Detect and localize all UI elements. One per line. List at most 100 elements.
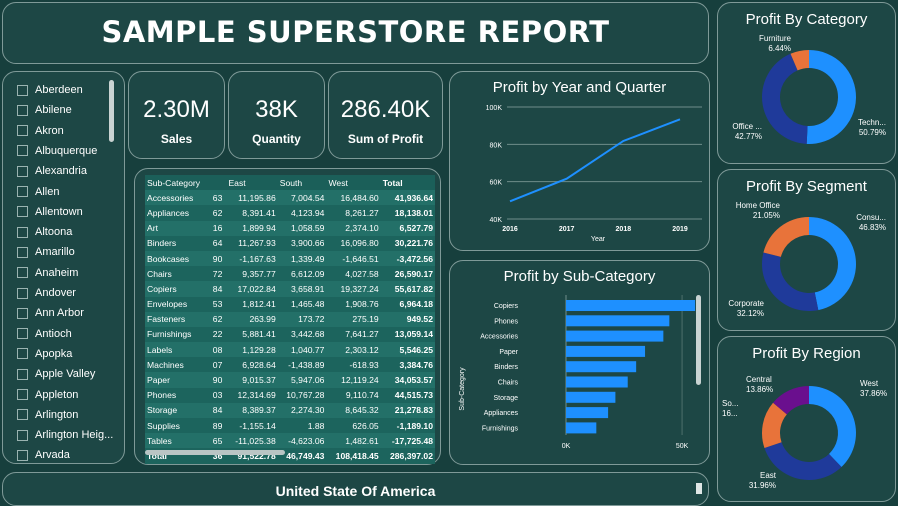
bar[interactable] — [566, 300, 696, 311]
profit-by-region-panel[interactable]: Profit By Region West 37.86% East 31.96% So.… — [717, 336, 896, 502]
bar[interactable] — [566, 345, 646, 357]
table-row[interactable]: Furnishings 22 5,881.41 3,442.68 7,641.27 13,… — [145, 326, 435, 343]
profit-by-year-panel[interactable]: Profit by Year and Quarter 100K 80K 60K 40K… — [449, 71, 710, 251]
bar[interactable] — [566, 361, 637, 373]
table-row[interactable]: Paper 90 9,015.37 5,947.06 12,119.24 34,053.5… — [145, 372, 435, 388]
table-row[interactable]: Copiers 84 17,022.84 3,658.91 19,327.24 55,61… — [145, 281, 435, 297]
footer-scroll-handle[interactable] — [696, 483, 702, 494]
donut-slice[interactable] — [762, 252, 819, 311]
checkbox[interactable] — [17, 145, 28, 157]
checkbox[interactable] — [17, 368, 28, 380]
table-row[interactable]: Supplies 89 -1,155.14 1.88 626.05 -1,189.10 — [145, 418, 435, 434]
y-tick-label: 40K — [490, 217, 503, 224]
column-header[interactable]: South — [277, 175, 327, 191]
bar[interactable] — [566, 422, 597, 434]
city-slicer[interactable]: Aberdeen Abilene Akron Albuquerque Alexandri… — [2, 71, 125, 464]
kpi-profit-card[interactable]: 286.40K Sum of Profit — [328, 71, 443, 159]
slicer-item[interactable]: Anaheim — [17, 267, 78, 279]
donut-slice[interactable] — [764, 442, 842, 480]
donut-slice[interactable] — [809, 217, 856, 311]
checkbox[interactable] — [17, 429, 28, 441]
bar-chart-scrollbar[interactable] — [696, 295, 701, 385]
table-row[interactable]: Appliances 62 8,391.41 4,123.94 8,261.27 18,1… — [145, 205, 435, 221]
slicer-item[interactable]: Albuquerque — [17, 145, 97, 157]
profit-by-subcategory-panel[interactable]: Profit by Sub-Category Copiers Phones Acce… — [449, 260, 710, 465]
table-row[interactable]: Fasteners 62 263.99 173.72 275.19 949.52 — [145, 311, 435, 327]
checkbox[interactable] — [17, 328, 28, 340]
kpi-quantity-label: Quantity — [252, 132, 301, 146]
column-header[interactable]: East — [226, 175, 278, 191]
profit-line[interactable] — [509, 118, 681, 203]
checkbox[interactable] — [17, 449, 28, 461]
bar[interactable] — [566, 315, 670, 327]
table-row[interactable]: Chairs 72 9,357.77 6,612.09 4,027.58 26,590.1… — [145, 266, 435, 282]
checkbox[interactable] — [17, 165, 28, 177]
donut-slice[interactable] — [763, 217, 809, 257]
table-row[interactable]: Phones 03 12,314.69 10,767.28 9,110.74 44,515… — [145, 387, 435, 403]
checkbox[interactable] — [17, 287, 28, 299]
profit-matrix-panel[interactable]: Sub-Category East South West Total Acces… — [134, 168, 441, 465]
table-cell: 3,384.76 — [380, 357, 435, 373]
checkbox[interactable] — [17, 84, 28, 96]
table-row[interactable]: Art 16 1,899.94 1,058.59 2,374.10 6,527.79 — [145, 220, 435, 236]
slicer-item[interactable]: Arlington Heig... — [17, 429, 113, 441]
slicer-item[interactable]: Arlington — [17, 409, 78, 421]
checkbox[interactable] — [17, 348, 28, 360]
checkbox[interactable] — [17, 267, 28, 279]
column-header[interactable] — [210, 175, 227, 191]
x-tick-label: 0K — [562, 443, 571, 450]
checkbox[interactable] — [17, 226, 28, 238]
table-horizontal-scrollbar[interactable] — [145, 450, 285, 455]
slicer-item[interactable]: Allentown — [17, 206, 83, 218]
kpi-quantity-card[interactable]: 38K Quantity — [228, 71, 325, 159]
checkbox[interactable] — [17, 186, 28, 197]
slicer-item[interactable]: Apple Valley — [17, 368, 95, 380]
checkbox[interactable] — [17, 246, 28, 258]
slicer-item[interactable]: Alexandria — [17, 165, 87, 177]
checkbox[interactable] — [17, 104, 28, 116]
slicer-item[interactable]: Ann Arbor — [17, 307, 84, 319]
table-row[interactable]: Labels 08 1,129.28 1,040.77 2,303.12 5,546.25 — [145, 342, 435, 358]
column-header[interactable]: Total — [380, 175, 435, 191]
bar[interactable] — [566, 391, 616, 403]
slicer-item[interactable]: Altoona — [17, 226, 72, 238]
x-tick-label: 2016 — [502, 226, 518, 233]
checkbox[interactable] — [17, 307, 28, 319]
slicer-item[interactable]: Amarillo — [17, 246, 75, 258]
slicer-scrollbar[interactable] — [109, 80, 114, 142]
slicer-item[interactable]: Appleton — [17, 389, 78, 401]
slicer-item-label: Anaheim — [35, 266, 79, 279]
slice-pct-label: 46.83% — [859, 223, 886, 232]
table-row[interactable]: Accessories 63 11,195.86 7,004.54 16,484.60 4… — [145, 190, 435, 206]
profit-by-segment-panel[interactable]: Profit By Segment Consu... 46.83% Corporat… — [717, 169, 896, 331]
column-header[interactable]: West — [326, 175, 381, 191]
column-header[interactable]: Sub-Category — [145, 175, 211, 191]
slicer-item[interactable]: Allen — [17, 186, 59, 198]
checkbox[interactable] — [17, 389, 28, 400]
slicer-item[interactable]: Andover — [17, 287, 76, 299]
table-cell: 1,040.77 — [277, 342, 327, 358]
table-row[interactable]: Tables 65 -11,025.38 -4,623.06 1,482.61 -17,7… — [145, 433, 435, 449]
bar-category-label: Accessories — [480, 334, 518, 341]
slicer-item[interactable]: Akron — [17, 125, 64, 137]
donut-slice[interactable] — [809, 386, 856, 467]
bar[interactable] — [566, 407, 609, 419]
bar[interactable] — [566, 330, 664, 342]
checkbox[interactable] — [17, 206, 28, 218]
slicer-item[interactable]: Apopka — [17, 348, 72, 360]
slicer-item[interactable]: Abilene — [17, 104, 72, 116]
slicer-item[interactable]: Aberdeen — [17, 84, 83, 96]
slicer-item[interactable]: Arvada — [17, 449, 70, 461]
table-row[interactable]: Envelopes 53 1,812.41 1,465.48 1,908.76 6,964… — [145, 296, 435, 312]
bar[interactable] — [566, 376, 628, 388]
table-row[interactable]: Storage 84 8,389.37 2,274.30 8,645.32 21,278.… — [145, 402, 435, 418]
table-row[interactable]: Binders 64 11,267.93 3,900.66 16,096.80 30,22… — [145, 235, 435, 251]
kpi-sales-card[interactable]: 2.30M Sales — [128, 71, 225, 159]
checkbox[interactable] — [17, 409, 28, 421]
table-row[interactable]: Bookcases 90 -1,167.63 1,339.49 -1,646.51 -3,… — [145, 250, 435, 267]
checkbox[interactable] — [17, 125, 28, 137]
table-row[interactable]: Machines 07 6,928.64 -1,438.89 -618.93 3,384.… — [145, 357, 435, 373]
profit-by-category-panel[interactable]: Profit By Category Techn... 50.79% Office … — [717, 2, 896, 164]
donut-slice[interactable] — [806, 50, 857, 144]
slicer-item[interactable]: Antioch — [17, 328, 72, 340]
